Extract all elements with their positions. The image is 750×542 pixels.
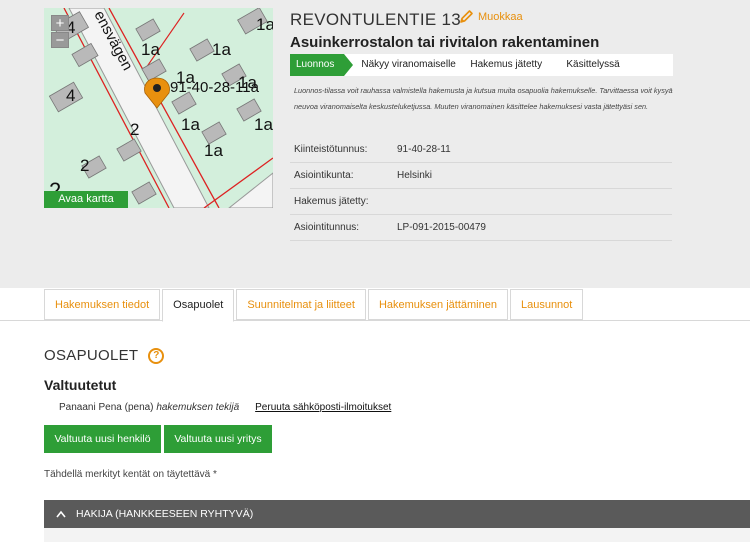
lot-label: 1a [212,40,231,59]
map-canvas: 4 1a 1a 1a 4 1a 1a 1a 1a 2 2 1a 2 ensväg… [44,8,273,208]
status-steps: Luonnos Näkyy viranomaiselle Hakemus jät… [290,54,673,76]
tab-statements[interactable]: Lausunnot [509,289,584,320]
property-label: Hakemus jätetty: [294,196,369,207]
zoom-out-button[interactable]: − [51,32,69,48]
authorize-person-button[interactable]: Valtuuta uusi henkilö [44,425,161,453]
lot-label: 1a [141,40,160,59]
edit-label: Muokkaa [478,11,523,23]
property-label: Asiointitunnus: [294,222,360,233]
parcel-id-label: 91-40-28-11a [170,79,260,96]
draft-info-text: Luonnos-tilassa voit rauhassa valmistell… [294,86,673,111]
lot-label: 4 [66,86,75,105]
authorized-user: Panaani Pena (pena) hakemuksen tekijä [59,402,239,413]
chevron-up-icon [56,510,66,518]
lot-label: 1a [181,115,200,134]
parties-section-title: OSAPUOLET ? [44,347,165,364]
lot-label: 1a [256,15,273,34]
operation-title: Asuinkerrostalon tai rivitalon rakentami… [290,34,600,51]
authorized-heading: Valtuutetut [44,377,117,393]
tab-parties[interactable]: Osapuolet [162,289,235,322]
property-row: Hakemus jätetty: [290,189,672,215]
property-row: Asiointikunta: Helsinki [290,163,672,189]
help-icon[interactable]: ? [148,347,165,364]
parcel-map[interactable]: 4 1a 1a 1a 4 1a 1a 1a 1a 2 2 1a 2 ensväg… [44,8,273,208]
edit-link[interactable]: Muokkaa [458,9,523,25]
tab-plans-attachments[interactable]: Suunnitelmat ja liitteet [236,289,366,320]
application-tabs: Hakemuksen tiedot Osapuolet Suunnitelmat… [44,289,585,322]
lot-label: 2 [80,156,89,175]
accordion-title: HAKIJA (HANKKEESEEN RYHTYVÄ) [76,508,254,520]
property-value [397,189,672,214]
parties-title-text: OSAPUOLET [44,347,139,364]
unsubscribe-email-link[interactable]: Peruuta sähköposti-ilmoitukset [255,402,391,413]
property-address: REVONTULENTIE 13 [290,10,462,29]
user-name: Panaani Pena (pena) [59,402,154,413]
applicant-accordion-header[interactable]: HAKIJA (HANKKEESEEN RYHTYVÄ) [44,500,750,528]
required-fields-note: Tähdellä merkityt kentät on täytettävä * [44,469,217,480]
tab-submission[interactable]: Hakemuksen jättäminen [367,289,508,320]
lot-label: 1a [204,141,223,160]
property-row: Kiinteistötunnus: 91-40-28-11 [290,137,672,163]
property-label: Asiointikunta: [294,170,354,181]
applicant-accordion-body [44,528,750,542]
user-role: hakemuksen tekijä [156,402,240,413]
zoom-in-button[interactable]: + [51,15,69,31]
property-info-list: Kiinteistötunnus: 91-40-28-11 Asiointiku… [290,137,672,241]
property-row: Asiointitunnus: LP-091-2015-00479 [290,215,672,241]
authorize-company-button[interactable]: Valtuuta uusi yritys [164,425,272,453]
step-draft: Luonnos [290,54,354,76]
authorized-user-row: Panaani Pena (pena) hakemuksen tekijä Pe… [59,402,391,413]
property-value: 91-40-28-11 [397,144,451,155]
application-header-panel: 4 1a 1a 1a 4 1a 1a 1a 1a 2 2 1a 2 ensväg… [0,0,750,288]
property-label: Kiinteistötunnus: [294,144,368,155]
pencil-icon [460,10,473,23]
step-visible-to-authority: Näkyy viranomaiselle [361,59,456,70]
tab-application-info[interactable]: Hakemuksen tiedot [44,289,161,320]
step-submitted: Hakemus jätetty [470,59,543,70]
step-processing: Käsittelyssä [566,59,620,70]
property-value: LP-091-2015-00479 [397,222,486,233]
lot-label: 1a [254,115,273,134]
property-value: Helsinki [397,170,433,181]
lot-label: 2 [130,120,139,139]
open-map-button[interactable]: Avaa kartta [44,191,128,208]
